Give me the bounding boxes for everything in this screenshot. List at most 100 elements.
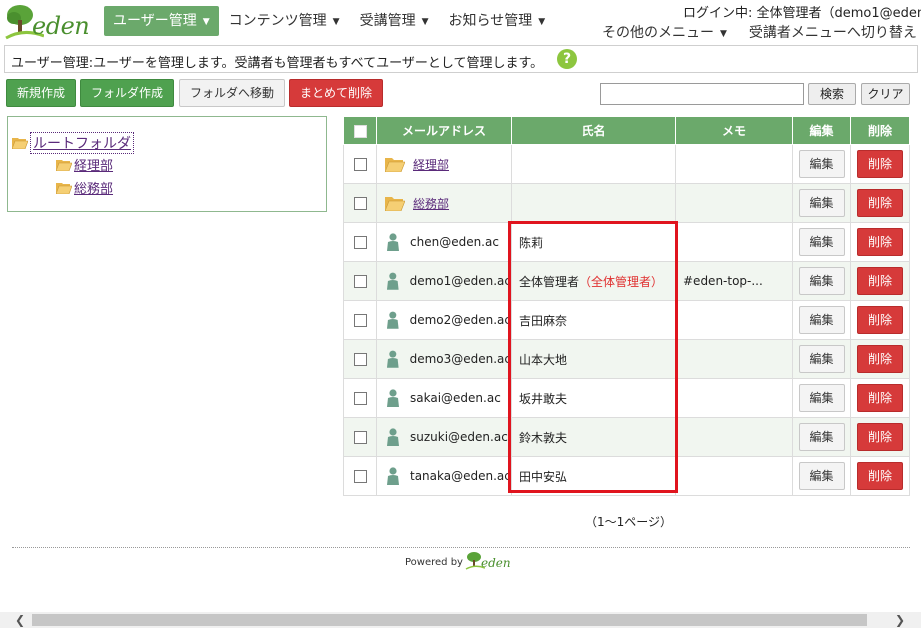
- new-button[interactable]: 新規作成: [6, 79, 76, 107]
- edit-cell: 編集: [792, 378, 851, 418]
- memo-cell: [675, 339, 793, 379]
- header-email: メールアドレス: [376, 116, 512, 145]
- row-check-cell: [343, 417, 377, 457]
- tree-link-accounting[interactable]: 経理部: [74, 155, 113, 174]
- row-checkbox[interactable]: [353, 158, 367, 171]
- edit-button[interactable]: 編集: [798, 462, 845, 490]
- table-row: suzuki@eden.ac 鈴木敦夫 編集 削除: [343, 417, 910, 457]
- delete-cell: 削除: [850, 261, 910, 301]
- user-icon: [386, 311, 399, 329]
- delete-button[interactable]: 削除: [857, 306, 903, 334]
- new-folder-button[interactable]: フォルダ作成: [80, 79, 174, 107]
- horizontal-scrollbar[interactable]: ❮ ❯: [0, 612, 921, 628]
- delete-button[interactable]: 削除: [857, 345, 903, 373]
- nav-content-management[interactable]: コンテンツ管理 ▼: [219, 6, 350, 36]
- delete-button[interactable]: 削除: [857, 384, 903, 412]
- edit-button[interactable]: 編集: [798, 306, 845, 334]
- help-icon[interactable]: ?: [557, 49, 577, 69]
- header-edit: 編集: [792, 116, 851, 145]
- header-name: 氏名: [511, 116, 676, 145]
- move-to-folder-button[interactable]: フォルダへ移動: [179, 79, 285, 107]
- row-checkbox[interactable]: [353, 314, 367, 327]
- edit-button[interactable]: 編集: [798, 345, 845, 373]
- name-text: 坂井敢夫: [519, 391, 568, 406]
- bulk-delete-button[interactable]: まとめて削除: [289, 79, 383, 107]
- footer-logo-text: eden: [480, 556, 511, 570]
- memo-cell: [675, 222, 793, 262]
- memo-text: #eden-top-...: [683, 274, 763, 288]
- table-row: 経理部 編集 削除: [343, 144, 910, 184]
- row-checkbox[interactable]: [353, 353, 367, 366]
- row-checkbox[interactable]: [353, 431, 367, 444]
- folder-icon: [385, 157, 405, 172]
- select-all-checkbox[interactable]: [353, 124, 367, 138]
- name-cell: 田中安弘: [511, 456, 676, 496]
- app-header: eden ユーザー管理 ▼ コンテンツ管理 ▼ 受講管理 ▼ お知らせ管理 ▼ ログイン…: [0, 0, 921, 44]
- row-checkbox[interactable]: [353, 392, 367, 405]
- other-menu[interactable]: その他のメニュー ▼: [602, 22, 727, 42]
- search-button[interactable]: 検索: [808, 83, 856, 105]
- tree-root-link[interactable]: ルートフォルダ: [30, 132, 134, 154]
- memo-cell: [675, 417, 793, 457]
- name-cell: 全体管理者（全体管理者）: [511, 261, 676, 301]
- scroll-right-icon[interactable]: ❯: [890, 612, 910, 628]
- edit-button[interactable]: 編集: [798, 228, 845, 256]
- email-cell: demo2@eden.ac: [376, 300, 512, 340]
- eden-logo[interactable]: eden: [4, 2, 96, 42]
- edit-button[interactable]: 編集: [798, 189, 845, 217]
- caret-down-icon: ▼: [720, 29, 727, 39]
- delete-cell: 削除: [850, 417, 910, 457]
- delete-button[interactable]: 削除: [857, 267, 903, 295]
- row-checkbox[interactable]: [353, 236, 367, 249]
- folder-tree: ルートフォルダ 経理部 総務部: [7, 116, 327, 212]
- memo-cell: [675, 456, 793, 496]
- edit-cell: 編集: [792, 339, 851, 379]
- scrollbar-thumb[interactable]: [32, 614, 867, 626]
- row-check-cell: [343, 144, 377, 184]
- edit-button[interactable]: 編集: [798, 423, 845, 451]
- tree-link-general-affairs[interactable]: 総務部: [74, 178, 113, 197]
- delete-button[interactable]: 削除: [857, 150, 903, 178]
- delete-button[interactable]: 削除: [857, 462, 903, 490]
- table-header-row: メールアドレス 氏名 メモ 編集 削除: [343, 116, 910, 145]
- delete-cell: 削除: [850, 183, 910, 223]
- scroll-left-icon[interactable]: ❮: [10, 612, 30, 628]
- powered-by: Powered by eden: [405, 550, 517, 574]
- nav-course-management[interactable]: 受講管理 ▼: [350, 6, 439, 36]
- login-info: ログイン中: 全体管理者（demo1@eden.ac）: [683, 6, 921, 21]
- folder-link[interactable]: 総務部: [413, 195, 449, 212]
- delete-cell: 削除: [850, 378, 910, 418]
- edit-cell: 編集: [792, 300, 851, 340]
- user-icon: [387, 428, 399, 446]
- delete-cell: 削除: [850, 222, 910, 262]
- nav-notice-management[interactable]: お知らせ管理 ▼: [439, 6, 556, 36]
- row-checkbox[interactable]: [353, 470, 367, 483]
- delete-button[interactable]: 削除: [857, 228, 903, 256]
- name-cell: 坂井敢夫: [511, 378, 676, 418]
- search-input[interactable]: [600, 83, 804, 105]
- nav-user-management[interactable]: ユーザー管理 ▼: [104, 6, 219, 36]
- name-cell: [511, 183, 676, 223]
- user-icon: [387, 389, 399, 407]
- clear-button[interactable]: クリア: [861, 83, 910, 105]
- folder-link[interactable]: 経理部: [413, 156, 449, 173]
- edit-button[interactable]: 編集: [798, 384, 845, 412]
- footer-logo[interactable]: eden: [465, 550, 517, 574]
- delete-cell: 削除: [850, 339, 910, 379]
- row-checkbox[interactable]: [353, 197, 367, 210]
- powered-by-text: Powered by: [405, 556, 463, 568]
- delete-cell: 削除: [850, 456, 910, 496]
- row-check-cell: [343, 456, 377, 496]
- row-check-cell: [343, 183, 377, 223]
- edit-button[interactable]: 編集: [798, 267, 845, 295]
- delete-button[interactable]: 削除: [857, 189, 903, 217]
- edit-button[interactable]: 編集: [798, 150, 845, 178]
- user-icon: [387, 467, 399, 485]
- caret-down-icon: ▼: [202, 17, 210, 27]
- switch-to-learner-menu[interactable]: 受講者メニューへ切り替え: [749, 22, 917, 42]
- logo-text: eden: [32, 12, 90, 40]
- name-text: 山本大地: [519, 352, 568, 367]
- row-check-cell: [343, 222, 377, 262]
- row-checkbox[interactable]: [353, 275, 367, 288]
- delete-button[interactable]: 削除: [857, 423, 903, 451]
